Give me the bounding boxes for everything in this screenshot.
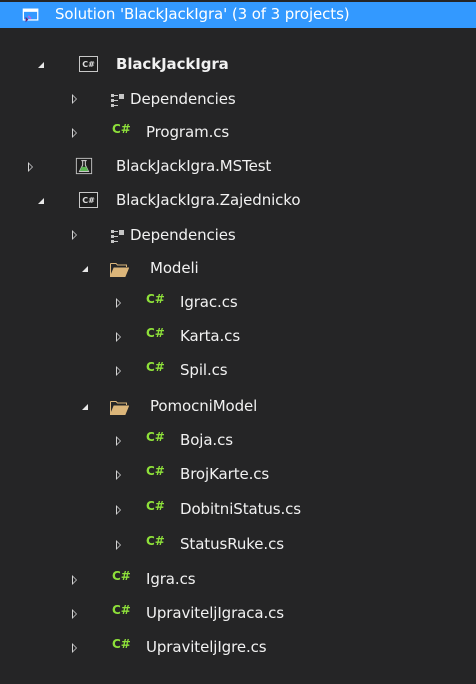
- tree-item-file[interactable]: C# Program.cs: [0, 118, 476, 148]
- expand-chevron-icon[interactable]: [32, 194, 48, 210]
- expand-chevron-icon[interactable]: [76, 400, 92, 416]
- file-label: StatusRuke.cs: [180, 535, 284, 553]
- tree-item-file[interactable]: C# UpraviteljIgre.cs: [0, 633, 476, 663]
- csharp-file-icon: C#: [146, 326, 165, 340]
- collapse-chevron-icon[interactable]: [66, 91, 82, 107]
- csharp-project-icon: C#: [79, 56, 98, 72]
- collapse-chevron-icon[interactable]: [110, 537, 126, 553]
- tree-item-solution[interactable]: Solution 'BlackJackIgra' (3 of 3 project…: [0, 2, 476, 28]
- tree-item-file[interactable]: C# Karta.cs: [0, 322, 476, 352]
- csharp-file-icon: C#: [146, 360, 165, 374]
- collapse-chevron-icon[interactable]: [110, 363, 126, 379]
- project-label: BlackJackIgra.MSTest: [116, 157, 272, 175]
- collapse-chevron-icon[interactable]: [110, 467, 126, 483]
- collapse-chevron-icon[interactable]: [110, 502, 126, 518]
- csharp-project-icon: C#: [79, 192, 98, 208]
- tree-item-file[interactable]: C# StatusRuke.cs: [0, 530, 476, 560]
- tree-item-file[interactable]: C# Spil.cs: [0, 356, 476, 386]
- csharp-file-icon: C#: [112, 637, 131, 651]
- folder-label: Modeli: [150, 259, 199, 277]
- collapse-chevron-icon[interactable]: [66, 125, 82, 141]
- dependencies-icon: [111, 94, 124, 107]
- tree-item-dependencies[interactable]: Dependencies: [0, 220, 476, 250]
- tree-item-project-blackjackigra[interactable]: C# BlackJackIgra: [0, 50, 476, 80]
- tree-item-dependencies[interactable]: Dependencies: [0, 84, 476, 114]
- expand-chevron-icon[interactable]: [76, 262, 92, 278]
- solution-icon: [22, 8, 39, 23]
- tree-item-project-zajednicko[interactable]: C# BlackJackIgra.Zajednicko: [0, 186, 476, 216]
- collapse-chevron-icon[interactable]: [110, 295, 126, 311]
- csharp-file-icon: C#: [112, 569, 131, 583]
- file-label: Karta.cs: [180, 327, 241, 345]
- solution-label: Solution 'BlackJackIgra' (3 of 3 project…: [55, 5, 350, 23]
- tree-item-file[interactable]: C# DobitniStatus.cs: [0, 495, 476, 525]
- project-label: BlackJackIgra.Zajednicko: [116, 191, 301, 209]
- folder-label: PomocniModel: [150, 397, 258, 415]
- csharp-file-icon: C#: [146, 430, 165, 444]
- collapse-chevron-icon[interactable]: [66, 572, 82, 588]
- dependencies-label: Dependencies: [130, 90, 236, 108]
- dependencies-icon: [111, 230, 124, 243]
- csharp-file-icon: C#: [112, 122, 131, 136]
- tree-item-file[interactable]: C# UpraviteljIgraca.cs: [0, 599, 476, 629]
- dependencies-label: Dependencies: [130, 226, 236, 244]
- csharp-file-icon: C#: [146, 499, 165, 513]
- tree-item-folder-pomocnimodel[interactable]: PomocniModel: [0, 392, 476, 422]
- file-label: UpraviteljIgraca.cs: [146, 604, 285, 622]
- collapse-chevron-icon[interactable]: [22, 159, 38, 175]
- collapse-chevron-icon[interactable]: [66, 606, 82, 622]
- csharp-file-icon: C#: [146, 464, 165, 478]
- test-project-icon: [75, 157, 93, 175]
- file-label: DobitniStatus.cs: [180, 500, 302, 518]
- folder-open-icon: [110, 263, 129, 277]
- project-label: BlackJackIgra: [116, 55, 229, 73]
- collapse-chevron-icon[interactable]: [110, 329, 126, 345]
- collapse-chevron-icon[interactable]: [66, 227, 82, 243]
- solution-explorer-tree: Solution 'BlackJackIgra' (3 of 3 project…: [0, 0, 476, 684]
- file-label: Boja.cs: [180, 431, 233, 449]
- csharp-file-icon: C#: [146, 292, 165, 306]
- file-label: BrojKarte.cs: [180, 465, 270, 483]
- tree-item-project-mstest[interactable]: BlackJackIgra.MSTest: [0, 152, 476, 182]
- tree-item-file[interactable]: C# BrojKarte.cs: [0, 460, 476, 490]
- collapse-chevron-icon[interactable]: [66, 640, 82, 656]
- csharp-file-icon: C#: [146, 534, 165, 548]
- folder-open-icon: [110, 401, 129, 415]
- tree-item-file[interactable]: C# Igra.cs: [0, 565, 476, 595]
- collapse-chevron-icon[interactable]: [110, 433, 126, 449]
- tree-item-file[interactable]: C# Igrac.cs: [0, 288, 476, 318]
- file-label: Spil.cs: [180, 361, 228, 379]
- tree-item-file[interactable]: C# Boja.cs: [0, 426, 476, 456]
- csharp-file-icon: C#: [112, 603, 131, 617]
- expand-chevron-icon[interactable]: [32, 58, 48, 74]
- file-label: Program.cs: [146, 123, 230, 141]
- file-label: UpraviteljIgre.cs: [146, 638, 267, 656]
- file-label: Igrac.cs: [180, 293, 238, 311]
- tree-item-folder-modeli[interactable]: Modeli: [0, 254, 476, 284]
- file-label: Igra.cs: [146, 570, 196, 588]
